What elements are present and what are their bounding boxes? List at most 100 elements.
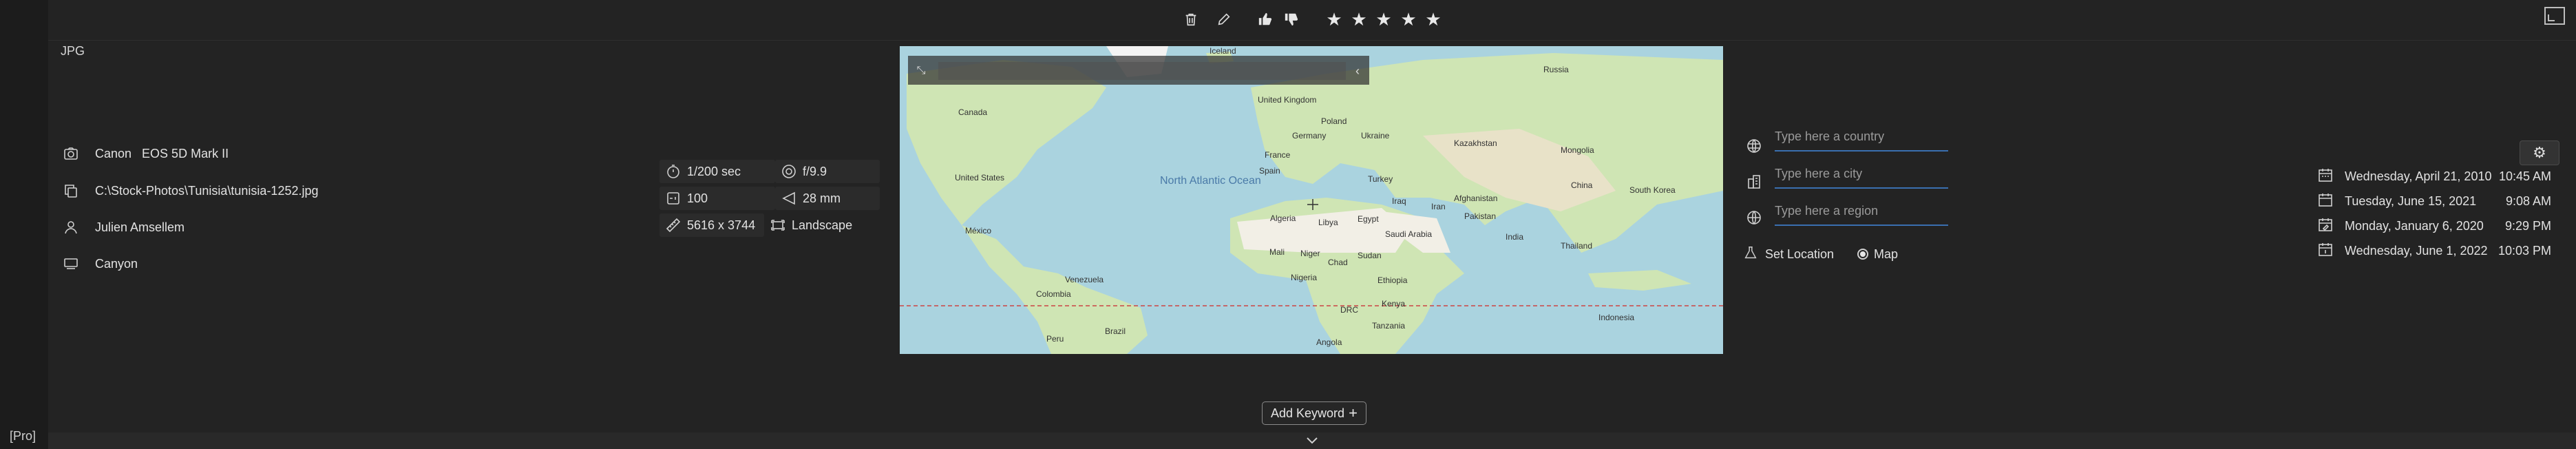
rating-star-2-icon[interactable]: ★	[1347, 7, 1371, 32]
map-label-tanzania: Tanzania	[1372, 321, 1405, 331]
add-keyword-label: Add Keyword	[1271, 406, 1345, 420]
map-label-germany: Germany	[1292, 131, 1326, 140]
dimensions-cell: 5616 x 3744	[659, 213, 764, 237]
copy-icon[interactable]	[61, 182, 81, 199]
aperture: f/9.9	[803, 164, 827, 178]
aperture-cell: f/9.9	[775, 160, 880, 183]
city-input[interactable]: Type here a city	[1775, 160, 1948, 189]
author-row: Julien Amsellem	[61, 216, 184, 239]
camera-row: Canon EOS 5D Mark II	[61, 142, 229, 165]
map-label-france: France	[1265, 150, 1291, 160]
time-value: 9:08 AM	[2505, 194, 2551, 208]
calendar-grid-icon	[2317, 167, 2335, 187]
map-label-mongolia: Mongolia	[1561, 145, 1594, 155]
focal-length: 28 mm	[803, 191, 841, 205]
map-label-north-atlantic: North Atlantic Ocean	[1160, 175, 1261, 187]
focal-length-icon	[775, 190, 803, 207]
map-label-turkey: Turkey	[1368, 174, 1393, 184]
date-value: Monday, January 6, 2020	[2345, 218, 2484, 233]
iso: 100	[687, 191, 708, 205]
map-label-poland: Poland	[1321, 116, 1347, 126]
pencil-icon[interactable]	[1212, 7, 1236, 32]
shutter-speed: 1/200 sec	[687, 164, 741, 178]
thumbs-up-icon[interactable]	[1253, 7, 1278, 32]
map-label-venezuela: Venezuela	[1065, 275, 1104, 284]
rating-star-5-icon[interactable]: ★	[1421, 7, 1446, 32]
orientation-cell: Landscape	[764, 213, 862, 237]
radio-icon[interactable]	[1857, 249, 1868, 260]
orientation: Landscape	[792, 218, 853, 232]
map-label-chad: Chad	[1328, 258, 1348, 267]
map-label-pakistan: Pakistan	[1464, 211, 1496, 221]
map-label-iceland: Iceland	[1210, 46, 1236, 56]
city-icon	[1740, 168, 1768, 196]
flask-icon	[1743, 245, 1758, 264]
iso-cell: 100	[659, 187, 775, 210]
map-label-indonesia: Indonesia	[1598, 313, 1634, 322]
date-row-digitized: Tuesday, June 15, 2021 9:08 AM	[2317, 189, 2551, 213]
time-value: 10:45 AM	[2498, 169, 2551, 183]
focal-length-cell: 28 mm	[775, 187, 880, 210]
chevron-left-icon[interactable]: ‹	[1350, 62, 1365, 80]
date-row-modified: Wednesday, June 1, 2022 10:03 PM	[2317, 239, 2551, 262]
add-keyword-button[interactable]: Add Keyword +	[1262, 401, 1366, 425]
chevron-down-icon[interactable]	[1304, 432, 1320, 449]
map-toggle-label: Map	[1874, 247, 1899, 261]
map-label-mali: Mali	[1269, 247, 1285, 257]
region-globe-icon	[1740, 204, 1768, 231]
iso-icon	[659, 190, 687, 207]
map-label-ukraine: Ukraine	[1361, 131, 1390, 140]
map-label-kazakhstan: Kazakhstan	[1454, 138, 1497, 148]
set-location-label: Set Location	[1765, 247, 1835, 261]
rating-star-4-icon[interactable]: ★	[1396, 7, 1421, 32]
map-toggle[interactable]: Map	[1857, 242, 1898, 266]
map-label-mexico: México	[965, 226, 991, 236]
thumbs-down-icon[interactable]	[1279, 7, 1304, 32]
time-value: 10:03 PM	[2498, 243, 2551, 258]
settings-button[interactable]: ⚙	[2520, 140, 2559, 165]
map-label-niger: Niger	[1300, 249, 1320, 258]
collapse-map-icon[interactable]: ⤡	[912, 62, 930, 80]
set-location-button[interactable]: Set Location	[1743, 242, 1834, 266]
photo-title[interactable]: Canyon	[95, 257, 138, 271]
person-icon	[61, 219, 81, 236]
caption-icon	[61, 255, 81, 272]
world-map[interactable]: Iceland Russia Canada United Kingdom Pol…	[900, 46, 1723, 354]
date-row-taken: Wednesday, April 21, 2010 10:45 AM	[2317, 165, 2551, 188]
rating-star-1-icon[interactable]: ★	[1322, 7, 1347, 32]
trash-icon[interactable]	[1179, 7, 1203, 32]
map-label-brazil: Brazil	[1105, 326, 1126, 336]
fullscreen-icon[interactable]	[2544, 7, 2565, 25]
date-value: Wednesday, June 1, 2022	[2345, 243, 2488, 258]
dimensions: 5616 x 3744	[687, 218, 756, 232]
date-row-created: Monday, January 6, 2020 9:29 PM	[2317, 214, 2551, 238]
stopwatch-icon	[659, 163, 687, 180]
map-label-ethiopia: Ethiopia	[1377, 275, 1408, 285]
region-input[interactable]: Type here a region	[1775, 197, 1948, 226]
file-path[interactable]: C:\Stock-Photos\Tunisia\tunisia-1252.jpg	[95, 184, 319, 198]
map-label-india: India	[1506, 232, 1523, 242]
shutter-speed-cell: 1/200 sec	[659, 160, 775, 183]
gear-icon: ⚙	[2533, 144, 2546, 161]
map-label-saudi: Saudi Arabia	[1385, 229, 1432, 239]
map-label-iraq: Iraq	[1392, 196, 1406, 206]
calendar-day-icon	[2317, 241, 2335, 261]
globe-icon	[1740, 132, 1768, 160]
file-format-label: JPG	[61, 44, 85, 58]
map-label-canada: Canada	[958, 107, 987, 117]
map-label-angola: Angola	[1316, 337, 1342, 347]
map-label-colombia: Colombia	[1036, 289, 1071, 299]
map-label-nigeria: Nigeria	[1291, 273, 1317, 282]
country-input[interactable]: Type here a country	[1775, 123, 1948, 152]
rating-star-3-icon[interactable]: ★	[1371, 7, 1396, 32]
title-row: Canyon	[61, 252, 138, 275]
camera-icon	[61, 145, 81, 162]
map-label-egypt: Egypt	[1358, 214, 1379, 224]
map-search-input[interactable]	[938, 62, 1346, 80]
map-label-spain: Spain	[1259, 166, 1280, 176]
map-label-uk: United Kingdom	[1258, 95, 1316, 105]
file-path-row: C:\Stock-Photos\Tunisia\tunisia-1252.jpg	[61, 179, 319, 202]
map-label-sudan: Sudan	[1358, 251, 1382, 260]
author-name[interactable]: Julien Amsellem	[95, 220, 184, 235]
top-toolbar	[48, 0, 2576, 41]
